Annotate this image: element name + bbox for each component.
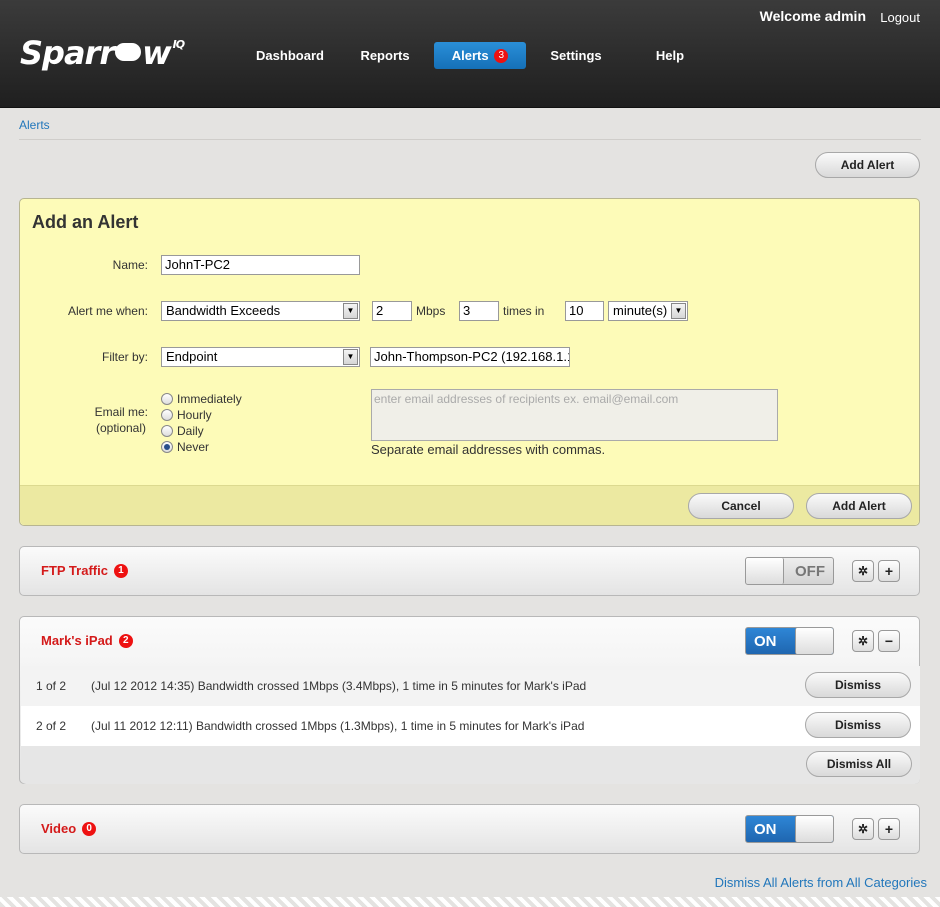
- name-field[interactable]: JohnT-PC2: [161, 255, 360, 275]
- logout-link[interactable]: Logout: [880, 10, 920, 25]
- toggle-state: ON: [754, 821, 777, 838]
- chevron-down-icon: ▼: [671, 303, 686, 319]
- page-edge: [0, 897, 940, 907]
- radio-label: Hourly: [177, 408, 212, 422]
- category-toggle[interactable]: ON: [745, 627, 834, 655]
- email-label: Email me:: [94, 405, 148, 419]
- dismiss-button[interactable]: Dismiss: [805, 672, 911, 698]
- toggle-state: OFF: [795, 563, 825, 580]
- radio-button[interactable]: [161, 424, 173, 437]
- times-field[interactable]: 3: [459, 301, 499, 321]
- nav-label: Alerts: [451, 48, 489, 63]
- nav-help[interactable]: Help: [648, 42, 692, 69]
- minus-icon[interactable]: −: [878, 630, 900, 652]
- category-video: Video 0 ON ✲ +: [19, 804, 920, 854]
- radio-label: Never: [177, 440, 210, 454]
- gear-icon[interactable]: ✲: [852, 818, 874, 840]
- alert-row: 1 of 2 (Jul 12 2012 14:35) Bandwidth cro…: [21, 666, 920, 706]
- filter-label: Filter by:: [101, 350, 148, 364]
- toggle-state: ON: [754, 633, 777, 650]
- period-unit-select[interactable]: minute(s) ▼: [608, 301, 688, 321]
- panel-title: Add an Alert: [32, 212, 139, 232]
- alert-count-badge: 0: [82, 821, 97, 836]
- radio-button-selected[interactable]: [161, 440, 173, 453]
- plus-icon[interactable]: +: [878, 818, 900, 840]
- add-alert-button[interactable]: Add Alert: [806, 493, 912, 519]
- period-unit-value: minute(s): [613, 303, 668, 318]
- amount-field[interactable]: 2: [372, 301, 412, 321]
- radio-never[interactable]: Never: [161, 439, 209, 455]
- alert-message: (Jul 12 2012 14:35) Bandwidth crossed 1M…: [91, 679, 587, 693]
- dismiss-all-categories-link[interactable]: Dismiss All Alerts from All Categories: [715, 875, 927, 890]
- radio-immediately[interactable]: Immediately: [161, 391, 242, 407]
- condition-value: Bandwidth Exceeds: [166, 303, 281, 318]
- category-marks-ipad: Mark's iPad 2 ON ✲ − 1 of 2 (Jul 12 2012 …: [19, 616, 920, 784]
- logo-superscript: IQ: [172, 38, 185, 51]
- radio-label: Daily: [177, 424, 204, 438]
- radio-button[interactable]: [161, 408, 173, 421]
- plus-icon[interactable]: +: [878, 560, 900, 582]
- alert-index: 1 of 2: [36, 679, 67, 693]
- logo-text: Sparr: [20, 34, 115, 72]
- category-title[interactable]: Video 0: [41, 821, 97, 837]
- category-name: Video: [41, 821, 77, 836]
- toggle-knob: [746, 558, 784, 584]
- category-title[interactable]: Mark's iPad 2: [41, 633, 133, 649]
- toggle-knob: [795, 816, 833, 842]
- top-header: Sparr w IQ Welcome admin Logout Dashboard …: [0, 0, 940, 108]
- nav-label: Dashboard: [256, 48, 324, 63]
- toggle-knob: [795, 628, 833, 654]
- nav-settings[interactable]: Settings: [540, 42, 612, 69]
- divider: [19, 139, 921, 140]
- category-name: FTP Traffic: [41, 563, 108, 578]
- radio-label: Immediately: [177, 392, 242, 406]
- radio-hourly[interactable]: Hourly: [161, 407, 212, 423]
- breadcrumb[interactable]: Alerts: [19, 118, 50, 132]
- nav-label: Help: [655, 48, 685, 63]
- unit-label: Mbps: [416, 304, 446, 318]
- category-toggle[interactable]: OFF: [745, 557, 834, 585]
- period-field[interactable]: 10: [565, 301, 604, 321]
- alert-message: (Jul 11 2012 12:11) Bandwidth crossed 1M…: [91, 719, 585, 733]
- condition-select[interactable]: Bandwidth Exceeds ▼: [161, 301, 360, 321]
- welcome-text: Welcome admin: [759, 8, 866, 24]
- nav-label: Settings: [550, 48, 602, 63]
- alert-count-badge: 2: [118, 633, 133, 648]
- alert-row: 2 of 2 (Jul 11 2012 12:11) Bandwidth cro…: [21, 706, 920, 746]
- email-recipients-input[interactable]: enter email addresses of recipients ex. …: [371, 389, 778, 441]
- alert-footer: [21, 746, 920, 784]
- gear-icon[interactable]: ✲: [852, 560, 874, 582]
- cancel-button[interactable]: Cancel: [688, 493, 794, 519]
- alert-count-badge: 1: [113, 563, 128, 578]
- times-in-label: times in: [503, 304, 545, 318]
- category-name: Mark's iPad: [41, 633, 113, 648]
- radio-button[interactable]: [161, 392, 173, 405]
- nav-reports[interactable]: Reports: [350, 42, 420, 69]
- sparrow-iq-logo[interactable]: Sparr w IQ: [20, 34, 185, 72]
- gear-icon[interactable]: ✲: [852, 630, 874, 652]
- email-optional-label: (optional): [95, 421, 146, 435]
- alert-index: 2 of 2: [36, 719, 67, 733]
- nav-label: Reports: [360, 48, 410, 63]
- add-alert-top-button[interactable]: Add Alert: [815, 152, 920, 178]
- category-title[interactable]: FTP Traffic 1: [41, 563, 128, 579]
- radio-daily[interactable]: Daily: [161, 423, 204, 439]
- filter-type-value: Endpoint: [166, 349, 218, 364]
- email-hint: Separate email addresses with commas.: [371, 442, 606, 457]
- chevron-down-icon: ▼: [343, 303, 358, 319]
- chevron-down-icon: ▼: [343, 349, 358, 365]
- name-label: Name:: [112, 258, 148, 272]
- nav-alerts-badge: 3: [494, 48, 509, 63]
- dismiss-button[interactable]: Dismiss: [805, 712, 911, 738]
- logo-o-mark: [115, 43, 142, 61]
- logo-text-end: w: [142, 34, 172, 72]
- filter-value-field[interactable]: John-Thompson-PC2 (192.168.1.1: [370, 347, 570, 367]
- category-toggle[interactable]: ON: [745, 815, 834, 843]
- alert-when-label: Alert me when:: [67, 304, 148, 318]
- category-ftp-traffic: FTP Traffic 1 OFF ✲ +: [19, 546, 920, 596]
- filter-type-select[interactable]: Endpoint ▼: [161, 347, 360, 367]
- dismiss-all-button[interactable]: Dismiss All: [806, 751, 912, 777]
- nav-dashboard[interactable]: Dashboard: [248, 42, 332, 69]
- nav-alerts[interactable]: Alerts 3: [434, 42, 526, 69]
